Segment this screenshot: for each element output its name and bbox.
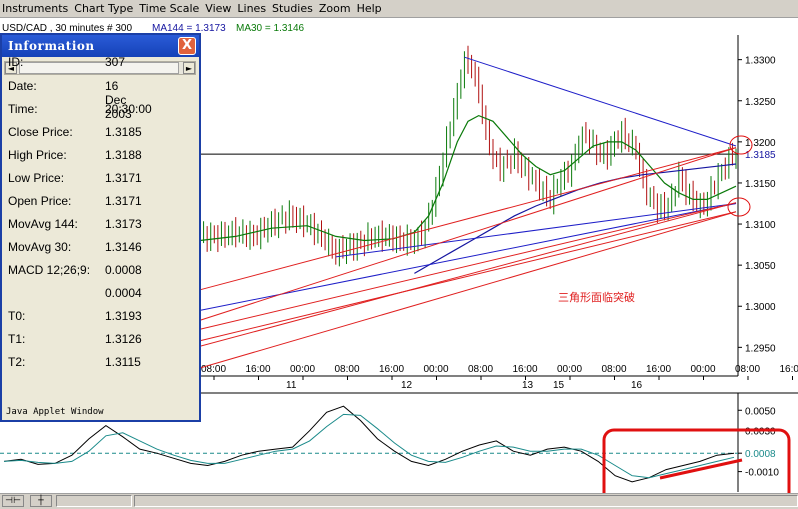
macd-tick-label: 0.0030: [745, 427, 776, 438]
ma144-line: [414, 164, 736, 273]
info-row-value: 1.3115: [105, 355, 141, 369]
info-row-key: High Price:: [8, 148, 103, 162]
info-row-value: 1.3173: [105, 217, 142, 231]
last-price-label: 1.3185: [745, 150, 776, 161]
info-title[interactable]: Information: [2, 35, 199, 57]
info-row-key: MovAvg 144:: [8, 217, 103, 231]
pin-icon[interactable]: ⊣⊢: [2, 495, 24, 507]
grid-icon[interactable]: ┼: [30, 495, 52, 507]
time-tick-label: 16:00: [780, 364, 798, 375]
date-label: 12: [401, 380, 413, 391]
price-tick-label: 1.3250: [745, 97, 776, 108]
date-label: 13: [522, 380, 534, 391]
time-tick-label: 08:00: [602, 364, 627, 375]
blue-trendline: [464, 57, 736, 146]
applet-footer: Java Applet Window: [6, 407, 104, 417]
triangle-breakout-annotation: 三角形面临突破: [558, 290, 635, 304]
info-row-key: T1:: [8, 332, 103, 346]
time-tick-label: 08:00: [735, 364, 760, 375]
info-row-key: Low Price:: [8, 171, 103, 185]
status-field-1: [56, 495, 132, 507]
price-tick-label: 1.2950: [745, 343, 776, 354]
info-row-value: 1.3193: [105, 309, 142, 323]
scroll-right-icon[interactable]: ►: [183, 62, 195, 74]
time-tick-label: 08:00: [335, 364, 360, 375]
info-row-key: Close Price:: [8, 125, 103, 139]
info-row-value: 0.0004: [105, 286, 142, 300]
price-tick-label: 1.3050: [745, 261, 776, 272]
price-tick-label: 1.3150: [745, 179, 776, 190]
macd-tick-label: 0.0008: [745, 449, 776, 460]
breakout-circle-bottom: [728, 198, 750, 216]
info-row-value: 1.3171: [105, 171, 142, 185]
blue-trendline: [336, 204, 736, 257]
ma30-label: MA30 = 1.3146: [236, 23, 305, 34]
info-row-value: 20:30:00: [105, 102, 152, 116]
red-trendline: [200, 148, 736, 290]
info-row-key: Open Price:: [8, 194, 103, 208]
info-row-key: MACD 12;26;9:: [8, 263, 103, 277]
info-row-key: MovAvg 30:: [8, 240, 103, 254]
info-row-key: T2:: [8, 355, 103, 369]
info-row-value: 1.3126: [105, 332, 142, 346]
time-tick-label: 00:00: [691, 364, 716, 375]
info-row-key: Time:: [8, 102, 103, 116]
time-tick-label: 08:00: [468, 364, 493, 375]
signal-line: [4, 414, 734, 477]
info-row-value: 1.3146: [105, 240, 142, 254]
time-tick-label: 08:00: [201, 364, 226, 375]
price-tick-label: 1.3000: [745, 302, 776, 313]
target-leader-line: [145, 212, 736, 384]
time-tick-label: 16:00: [513, 364, 538, 375]
date-label: 15: [553, 380, 565, 391]
time-tick-label: 16:00: [646, 364, 671, 375]
red-trendline: [200, 203, 736, 330]
time-tick-label: 00:00: [424, 364, 449, 375]
date-label: 11: [286, 380, 297, 391]
red-trendline: [200, 212, 736, 341]
status-field-2: [134, 495, 798, 507]
info-row-key: Date:: [8, 79, 103, 93]
time-tick-label: 00:00: [290, 364, 315, 375]
price-tick-label: 1.3100: [745, 220, 776, 231]
time-tick-label: 16:00: [246, 364, 271, 375]
info-row-key: T0:: [8, 309, 103, 323]
price-tick-label: 1.3300: [745, 56, 776, 67]
macd-trend-arrow: [660, 460, 742, 478]
info-row-value: 1.3171: [105, 194, 142, 208]
time-tick-label: 16:00: [379, 364, 404, 375]
info-row-value: 0.0008: [105, 263, 142, 277]
close-icon[interactable]: X: [178, 37, 196, 55]
date-label: 16: [631, 380, 643, 391]
info-row-value: 1.3185: [105, 125, 142, 139]
info-row-key: ID:: [8, 55, 103, 69]
info-row-value: 1.3188: [105, 148, 142, 162]
information-window[interactable]: Information X ◄ ► ID:307Date:16 Dec 2003…: [0, 33, 201, 422]
macd-tick-label: 0.0050: [745, 406, 776, 417]
status-bar: ⊣⊢ ┼: [0, 493, 798, 509]
time-tick-label: 00:00: [557, 364, 582, 375]
info-row-value: 307: [105, 55, 125, 69]
macd-tick-label: -0.0010: [745, 468, 779, 479]
target-leader-line: [145, 148, 736, 338]
